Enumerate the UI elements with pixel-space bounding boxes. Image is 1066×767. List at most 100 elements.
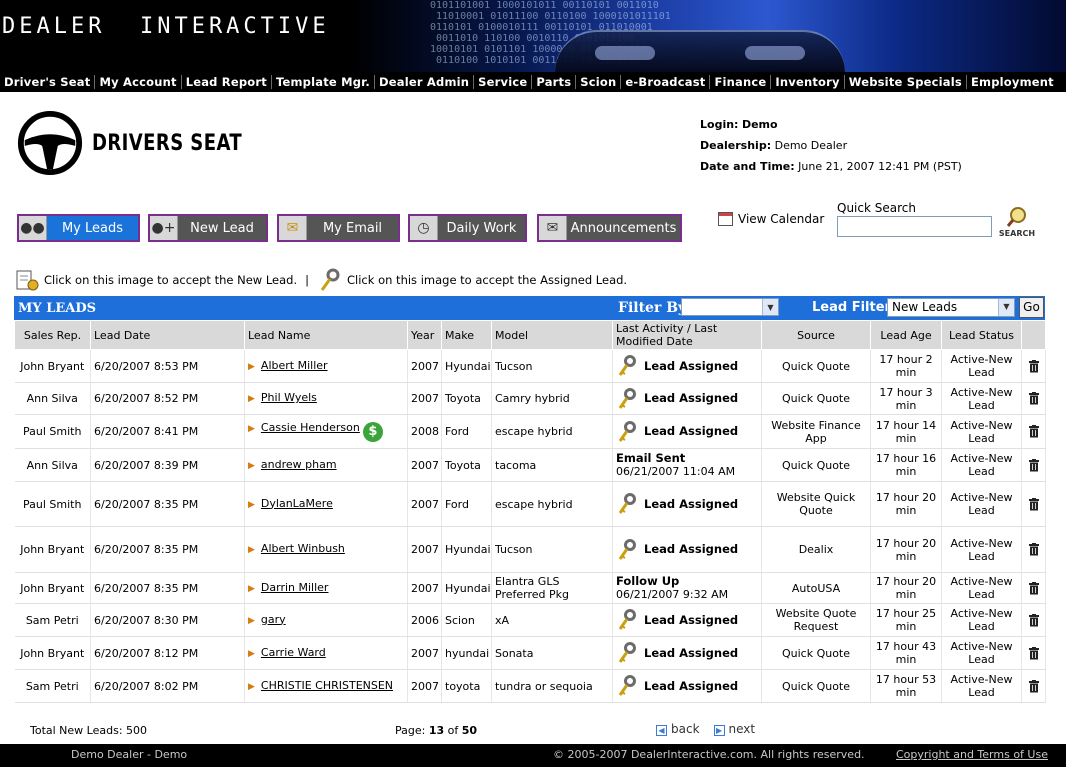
trash-icon[interactable]	[1028, 613, 1040, 627]
my-email-button[interactable]: ✉ My Email	[277, 214, 400, 242]
trash-icon[interactable]	[1028, 646, 1040, 660]
filter-by-label: Filter By	[618, 300, 687, 316]
col-lead-age[interactable]: Lead Age	[870, 320, 942, 350]
col-source[interactable]: Source	[761, 320, 871, 350]
assigned-lead-key-icon[interactable]	[616, 538, 638, 561]
cell-source: Quick Quote	[761, 636, 871, 670]
nav-item-inventory[interactable]: Inventory	[771, 75, 843, 89]
col-make[interactable]: Make	[441, 320, 492, 350]
announcements-button[interactable]: ✉ Announcements	[537, 214, 682, 242]
lead-filter-select[interactable]: New Leads ▼	[887, 298, 1015, 317]
table-row: John Bryant 6/20/2007 8:53 PM ▶ Albert Mill…	[14, 349, 1046, 383]
assigned-lead-key-icon[interactable]	[616, 420, 638, 443]
search-button[interactable]: SEARCH	[998, 206, 1036, 238]
lead-name-link[interactable]: gary	[261, 613, 286, 626]
cell-year: 2007	[407, 382, 442, 415]
lead-name-link[interactable]: Darrin Miller	[261, 581, 329, 594]
new-lead-button[interactable]: ●+ New Lead	[148, 214, 268, 242]
cell-lead-age: 17 hour 20 min	[870, 572, 942, 604]
assigned-lead-key-icon[interactable]	[616, 387, 638, 410]
last-activity-text: Lead Assigned	[644, 391, 739, 405]
expand-arrow-icon[interactable]: ▶	[248, 362, 255, 372]
trash-icon[interactable]	[1028, 497, 1040, 511]
trash-icon[interactable]	[1028, 679, 1040, 693]
cell-delete	[1021, 636, 1046, 670]
expand-arrow-icon[interactable]: ▶	[248, 584, 255, 594]
cell-lead-date: 6/20/2007 8:53 PM	[90, 349, 245, 383]
nav-item-parts[interactable]: Parts	[532, 75, 575, 89]
lead-name-link[interactable]: Albert Miller	[261, 359, 328, 372]
nav-item-dealer-admin[interactable]: Dealer Admin	[375, 75, 473, 89]
cell-make: Ford	[441, 481, 492, 527]
lead-name-link[interactable]: CHRISTIE CHRISTENSEN	[261, 679, 393, 692]
expand-arrow-icon[interactable]: ▶	[248, 616, 255, 626]
col-model[interactable]: Model	[491, 320, 613, 350]
cell-delete	[1021, 414, 1046, 449]
cell-delete	[1021, 669, 1046, 703]
expand-arrow-icon[interactable]: ▶	[248, 545, 255, 555]
nav-item-scion[interactable]: Scion	[576, 75, 620, 89]
col-sales-rep[interactable]: Sales Rep.	[14, 320, 91, 350]
header-banner: 0101101001 1000101011 00110101 0011010 1…	[0, 0, 1066, 72]
expand-arrow-icon[interactable]: ▶	[248, 682, 255, 692]
lead-name-link[interactable]: Phil Wyels	[261, 391, 317, 404]
terms-link[interactable]: Copyright and Terms of Use	[896, 748, 1048, 761]
cell-lead-status: Active-New Lead	[941, 349, 1022, 383]
back-link[interactable]: ◀ back	[656, 722, 700, 736]
view-calendar-link[interactable]: View Calendar	[718, 212, 824, 226]
cell-lead-age: 17 hour 20 min	[870, 481, 942, 527]
quick-search-label: Quick Search	[837, 201, 916, 215]
trash-icon[interactable]	[1028, 425, 1040, 438]
nav-item-service[interactable]: Service	[474, 75, 531, 89]
trash-icon[interactable]	[1028, 458, 1040, 472]
col-last-activity[interactable]: Last Activity / Last Modified Date	[612, 320, 762, 350]
cell-lead-name: ▶ DylanLaMere	[244, 481, 408, 527]
expand-arrow-icon[interactable]: ▶	[248, 500, 255, 510]
filter-by-select[interactable]: ▼	[681, 298, 779, 316]
lead-name-link[interactable]: DylanLaMere	[261, 497, 333, 510]
col-year[interactable]: Year	[407, 320, 442, 350]
daily-work-button[interactable]: ◷ Daily Work	[408, 214, 527, 242]
nav-item-e-broadcast[interactable]: e-Broadcast	[621, 75, 709, 89]
go-button[interactable]: Go	[1019, 297, 1044, 318]
lead-name-link[interactable]: andrew pham	[261, 458, 337, 471]
my-leads-button[interactable]: ●● My Leads	[17, 214, 140, 242]
nav-item-lead-report[interactable]: Lead Report	[182, 75, 271, 89]
expand-arrow-icon[interactable]: ▶	[248, 394, 255, 404]
calendar-icon	[718, 212, 733, 226]
lead-name-link[interactable]: Cassie Henderson	[261, 421, 360, 434]
trash-icon[interactable]	[1028, 392, 1040, 405]
nav-item-employment[interactable]: Employment	[967, 75, 1058, 89]
expand-arrow-icon[interactable]: ▶	[248, 424, 255, 434]
nav-item-driver-s-seat[interactable]: Driver's Seat	[0, 75, 94, 89]
nav-item-website-specials[interactable]: Website Specials	[845, 75, 966, 89]
lead-name-link[interactable]: Carrie Ward	[261, 646, 326, 659]
trash-icon[interactable]	[1028, 359, 1040, 373]
legend-assigned-lead-text: Click on this image to accept the Assign…	[347, 273, 628, 287]
assigned-lead-key-icon[interactable]	[616, 609, 638, 631]
nav-item-my-account[interactable]: My Account	[95, 75, 180, 89]
assigned-lead-key-icon[interactable]	[616, 675, 638, 697]
lead-name-link[interactable]: Albert Winbush	[261, 542, 345, 555]
col-lead-date[interactable]: Lead Date	[90, 320, 245, 350]
col-lead-status[interactable]: Lead Status	[941, 320, 1022, 350]
cell-lead-date: 6/20/2007 8:35 PM	[90, 526, 245, 573]
assigned-lead-key-icon[interactable]	[616, 493, 638, 515]
assigned-lead-key-icon[interactable]	[616, 355, 638, 377]
quick-search-input[interactable]	[837, 216, 992, 237]
assigned-lead-key-icon[interactable]	[616, 642, 638, 664]
nav-item-template-mgr[interactable]: Template Mgr.	[272, 75, 374, 89]
trash-icon[interactable]	[1028, 543, 1040, 556]
nav-item-finance[interactable]: Finance	[710, 75, 770, 89]
cell-last-activity: Lead Assigned	[612, 526, 762, 573]
leads-title: MY LEADS	[18, 300, 96, 316]
expand-arrow-icon[interactable]: ▶	[248, 649, 255, 659]
trash-icon[interactable]	[1028, 581, 1040, 595]
next-link[interactable]: ▶ next	[713, 722, 755, 736]
cell-delete	[1021, 349, 1046, 383]
add-person-icon: ●+	[150, 216, 178, 240]
cell-lead-status: Active-New Lead	[941, 448, 1022, 482]
expand-arrow-icon[interactable]: ▶	[248, 461, 255, 471]
col-lead-name[interactable]: Lead Name	[244, 320, 408, 350]
cell-lead-name: ▶ Phil Wyels	[244, 382, 408, 415]
